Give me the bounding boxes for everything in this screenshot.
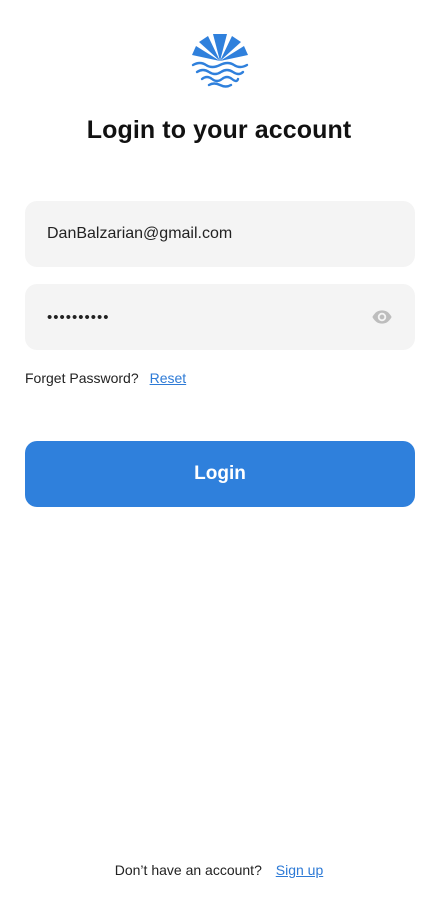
email-field-container xyxy=(25,201,415,267)
password-field[interactable] xyxy=(47,308,363,326)
eye-icon[interactable] xyxy=(371,306,393,328)
sign-up-link[interactable]: Sign up xyxy=(276,862,323,878)
page-title: Login to your account xyxy=(86,116,352,144)
password-field-container xyxy=(25,284,415,350)
login-screen: Login to your account Forget Password? R… xyxy=(0,0,438,900)
forgot-password-row: Forget Password? Reset xyxy=(25,370,186,386)
no-account-text: Don’t have an account? xyxy=(114,862,262,878)
signup-row: Don’t have an account? Sign up xyxy=(0,862,438,878)
reset-link[interactable]: Reset xyxy=(150,370,187,386)
sunrise-waves-logo-icon xyxy=(191,34,249,88)
login-button[interactable]: Login xyxy=(25,441,415,507)
forgot-password-text: Forget Password? xyxy=(25,370,139,386)
email-field[interactable] xyxy=(47,225,393,243)
